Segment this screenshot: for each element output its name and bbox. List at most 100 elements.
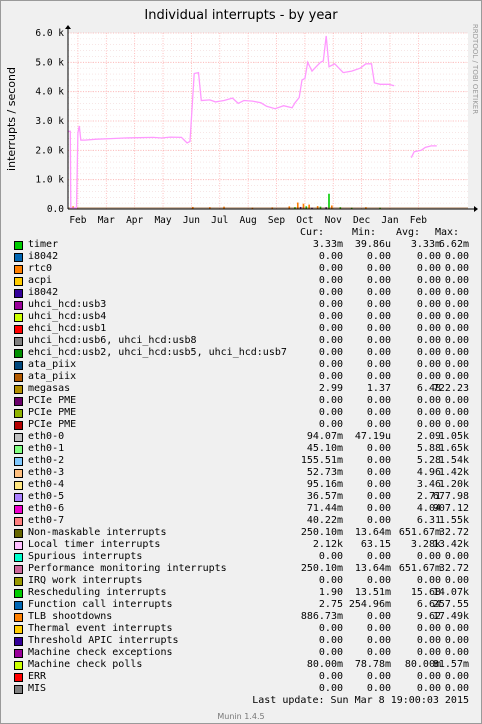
legend-swatch <box>14 433 23 442</box>
legend-max-value: 13.42k <box>432 539 469 550</box>
legend-swatch <box>14 361 23 370</box>
legend-swatch <box>14 505 23 514</box>
legend-row: Threshold APIC interrupts 0.00 0.00 0.00 0.0… <box>1 635 481 647</box>
legend-max-value: 1.42k <box>438 467 469 478</box>
legend-row: Thermal event interrupts 0.00 0.00 0.00 0.00 <box>1 623 481 635</box>
legend-max-value: 0.00 <box>444 635 469 646</box>
legend-swatch <box>14 685 23 694</box>
legend-swatch <box>14 673 23 682</box>
legend-swatch <box>14 325 23 334</box>
legend-swatch <box>14 529 23 538</box>
legend-max-value: 0.00 <box>444 275 469 286</box>
legend-swatch <box>14 349 23 358</box>
legend-row: eth0-5 36.57m 0.00 2.71 677.98 <box>1 491 481 503</box>
legend-swatch <box>14 541 23 550</box>
legend-row: uhci_hcd:usb4 0.00 0.00 0.00 0.00 <box>1 311 481 323</box>
legend-max-value: 1.65k <box>438 443 469 454</box>
last-update-text: Last update: Sun Mar 8 19:00:03 2015 <box>252 695 469 706</box>
legend-row: megasas 2.99 1.37 6.48 722.23 <box>1 383 481 395</box>
legend-row: Spurious interrupts 0.00 0.00 0.00 0.00 <box>1 551 481 563</box>
legend-max-value: 1.20k <box>438 479 469 490</box>
legend-max-value: 1.05k <box>438 431 469 442</box>
legend-max-value: 0.00 <box>444 623 469 634</box>
legend-row: PCIe PME 0.00 0.00 0.00 0.00 <box>1 395 481 407</box>
x-tick-label: Feb <box>410 215 427 226</box>
legend-label: ehci_hcd:usb2, uhci_hcd:usb5, uhci_hcd:u… <box>28 347 287 358</box>
legend-label: rtc0 <box>28 263 53 274</box>
x-axis-arrow <box>474 206 478 212</box>
legend-label: TLB shootdowns <box>28 611 113 622</box>
x-axis: Feb Mar Apr May Jun Jul Aug Sep Oct Nov Dec Jan Feb <box>69 215 427 226</box>
y-axis: 0.0 1.0 k 2.0 k 3.0 k 4.0 k 5.0 k 6.0 k <box>35 28 64 215</box>
legend-label: uhci_hcd:usb4 <box>28 311 107 322</box>
legend-row: eth0-1 45.10m 0.00 5.88 1.65k <box>1 443 481 455</box>
legend-label: acpi <box>28 275 53 286</box>
legend-max-value: 1.54k <box>438 455 469 466</box>
legend-swatch <box>14 397 23 406</box>
legend-label: uhci_hcd:usb3 <box>28 299 107 310</box>
legend-swatch <box>14 301 23 310</box>
legend-label: ata_piix <box>28 359 77 370</box>
legend-row: ata_piix 0.00 0.00 0.00 0.00 <box>1 359 481 371</box>
legend-row: eth0-0 94.07m 47.19u 2.09 1.05k <box>1 431 481 443</box>
legend-swatch <box>14 265 23 274</box>
legend-swatch <box>14 337 23 346</box>
legend-row: eth0-4 95.16m 0.00 3.46 1.20k <box>1 479 481 491</box>
legend-row: Machine check polls 80.00m 78.78m 80.00m 81.… <box>1 659 481 671</box>
legend-row: ehci_hcd:usb1 0.00 0.00 0.00 0.00 <box>1 323 481 335</box>
legend-label: i8042 <box>28 251 59 262</box>
legend-swatch <box>14 241 23 250</box>
legend-label: Performance monitoring interrupts <box>28 563 227 574</box>
legend-row: ata_piix 0.00 0.00 0.00 0.00 <box>1 371 481 383</box>
legend-max-value: 0.00 <box>444 419 469 430</box>
legend-label: timer <box>28 239 59 250</box>
legend-max-value: 722.23 <box>432 383 469 394</box>
legend-swatch <box>14 421 23 430</box>
rrdtool-watermark: RRDTOOL / TOBI OETIKER <box>471 24 479 114</box>
legend-row: uhci_hcd:usb3 0.00 0.00 0.00 0.00 <box>1 299 481 311</box>
legend-label: Thermal event interrupts <box>28 623 173 634</box>
legend-swatch <box>14 313 23 322</box>
legend-row: rtc0 0.00 0.00 0.00 0.00 <box>1 263 481 275</box>
legend-row: PCIe PME 0.00 0.00 0.00 0.00 <box>1 407 481 419</box>
y-tick-label: 0.0 <box>47 204 64 215</box>
legend-swatch <box>14 409 23 418</box>
legend-label: Non-maskable interrupts <box>28 527 167 538</box>
legend-label: eth0-2 <box>28 455 65 466</box>
legend-label: eth0-6 <box>28 503 65 514</box>
legend-swatch <box>14 553 23 562</box>
legend-swatch <box>14 445 23 454</box>
legend-max-value: 257.55 <box>432 599 469 610</box>
legend-row: MIS 0.00 0.00 0.00 0.00 <box>1 683 481 695</box>
legend-swatch <box>14 457 23 466</box>
legend-label: Local timer interrupts <box>28 539 161 550</box>
legend-label: ehci_hcd:usb1 <box>28 323 107 334</box>
legend-header: Cur: Min: Avg: Max: <box>1 227 481 239</box>
chart-svg: Individual interrupts - by year interrup… <box>5 8 479 226</box>
x-tick-label: Nov <box>325 215 342 226</box>
legend-row: Rescheduling interrupts 1.90 13.51m 15.68 14… <box>1 587 481 599</box>
legend-max-value: 0.00 <box>444 407 469 418</box>
y-axis-label: interrupts / second <box>5 67 18 171</box>
legend-max-value: 32.72 <box>438 563 469 574</box>
legend-label: Spurious interrupts <box>28 551 143 562</box>
legend-max-value: 0.00 <box>444 311 469 322</box>
legend-swatch <box>14 589 23 598</box>
y-tick-label: 5.0 k <box>35 57 64 68</box>
legend-max-value: 0.00 <box>444 551 469 562</box>
y-tick-label: 2.0 k <box>35 145 64 156</box>
x-tick-label: Oct <box>296 215 313 226</box>
legend-max-value: 32.72 <box>438 527 469 538</box>
legend-label: uhci_hcd:usb6, uhci_hcd:usb8 <box>28 335 197 346</box>
legend-swatch <box>14 481 23 490</box>
legend-max-value: 907.12 <box>432 503 469 514</box>
legend-max-value: 0.00 <box>444 335 469 346</box>
x-tick-label: Apr <box>126 215 143 226</box>
y-tick-label: 1.0 k <box>35 175 64 186</box>
legend-max-value: 0.00 <box>444 647 469 658</box>
y-tick-label: 6.0 k <box>35 28 64 39</box>
x-tick-label: Jul <box>211 215 228 226</box>
legend-max-value: 0.00 <box>444 683 469 694</box>
y-tick-label: 4.0 k <box>35 87 64 98</box>
legend-swatch <box>14 385 23 394</box>
